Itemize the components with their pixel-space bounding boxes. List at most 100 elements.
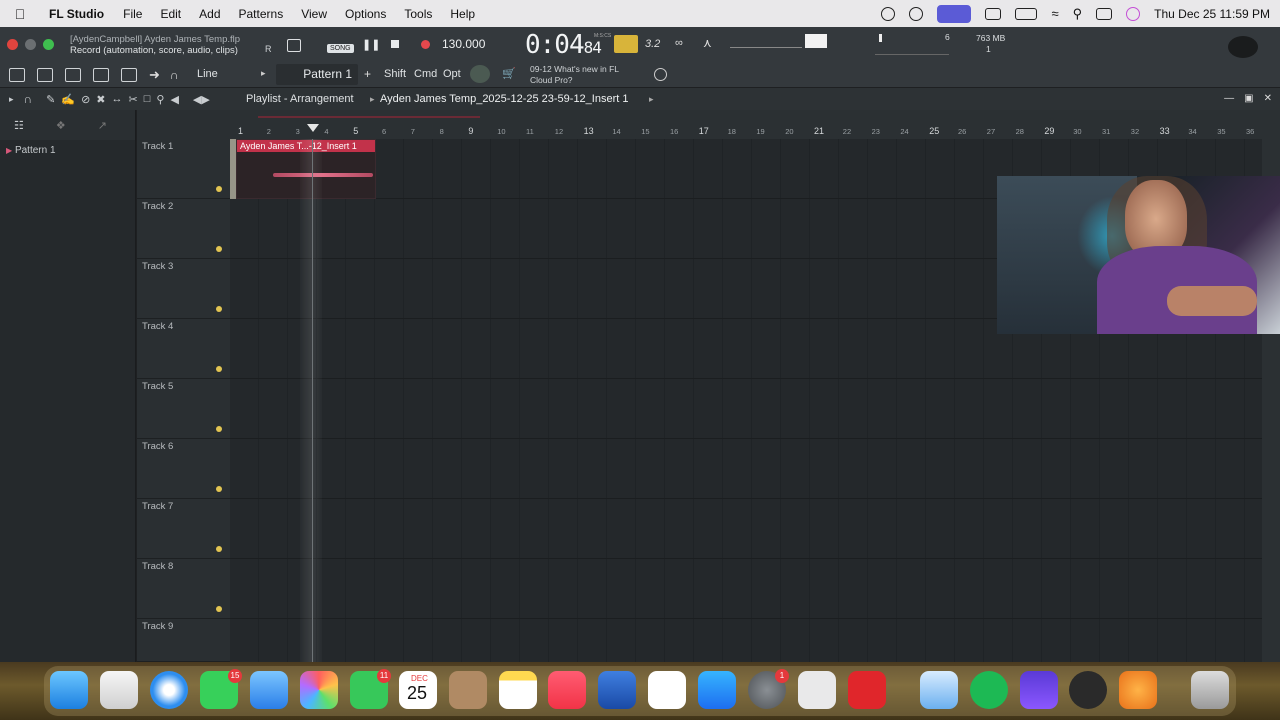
- zoom-window-button[interactable]: [43, 39, 54, 50]
- song-mode-badge[interactable]: SONG: [327, 44, 354, 53]
- safari-icon[interactable]: [150, 671, 188, 709]
- ruler-bar-number[interactable]: 19: [756, 127, 764, 136]
- paint-brush-icon[interactable]: ✍: [61, 93, 75, 106]
- breadcrumb-arrow-end-icon[interactable]: ▸: [649, 94, 654, 105]
- menu-options[interactable]: Options: [336, 7, 395, 21]
- time-display[interactable]: 0:0484: [525, 30, 602, 60]
- track-name[interactable]: Track 9: [142, 621, 173, 632]
- ruler-bar-number[interactable]: 13: [584, 126, 594, 136]
- iphone-mirroring-icon[interactable]: [798, 671, 836, 709]
- ruler-bar-number[interactable]: 17: [699, 126, 709, 136]
- menu-view[interactable]: View: [292, 7, 336, 21]
- ruler-bar-number[interactable]: 10: [497, 127, 505, 136]
- ruler-bar-number[interactable]: 24: [900, 127, 908, 136]
- menu-add[interactable]: Add: [190, 7, 229, 21]
- track-name[interactable]: Track 3: [142, 261, 173, 272]
- minimize-window-button[interactable]: [25, 39, 36, 50]
- ruler-bar-number[interactable]: 31: [1102, 127, 1110, 136]
- track-row[interactable]: Track 1: [137, 139, 230, 199]
- loop-icon[interactable]: ∞: [675, 37, 683, 49]
- music-icon[interactable]: [548, 671, 586, 709]
- preview-files-icon[interactable]: [920, 671, 958, 709]
- track-mute-led[interactable]: [216, 186, 222, 192]
- magnet-icon[interactable]: ∩: [170, 68, 179, 82]
- trash-icon[interactable]: [1191, 671, 1229, 709]
- pattern-song-toggle-icon[interactable]: [614, 35, 638, 53]
- preview-icon[interactable]: [598, 671, 636, 709]
- fl-fruit-logo-icon[interactable]: [1228, 36, 1258, 58]
- globe-icon[interactable]: [654, 68, 667, 81]
- contacts-icon[interactable]: [449, 671, 487, 709]
- finder-icon[interactable]: [50, 671, 88, 709]
- track-name[interactable]: Track 1: [142, 141, 173, 152]
- track-row[interactable]: Track 6: [137, 439, 230, 499]
- pattern-list-item[interactable]: ▶ Pattern 1: [0, 140, 135, 156]
- ruler-bar-number[interactable]: 22: [843, 127, 851, 136]
- calendar-icon[interactable]: DEC 25: [399, 671, 437, 709]
- slip-tool-icon[interactable]: ↔: [112, 93, 123, 105]
- shift-key-button[interactable]: Shift: [384, 68, 406, 80]
- spotify-icon[interactable]: [970, 671, 1008, 709]
- notes-icon[interactable]: [499, 671, 537, 709]
- playhead-marker-icon[interactable]: [307, 124, 319, 132]
- ruler-bar-number[interactable]: 33: [1160, 126, 1170, 136]
- app-store-icon[interactable]: [698, 671, 736, 709]
- select-tool-icon[interactable]: □: [144, 93, 151, 105]
- track-row[interactable]: Track 9: [137, 619, 230, 662]
- menu-help[interactable]: Help: [441, 7, 484, 21]
- playlist-icon[interactable]: [37, 67, 53, 82]
- menu-edit[interactable]: Edit: [151, 7, 190, 21]
- piano-icon[interactable]: ☷: [14, 119, 24, 132]
- channel-rack-icon[interactable]: [93, 67, 109, 82]
- audio-clip-icon[interactable]: ↗: [98, 119, 107, 132]
- ruler-bar-number[interactable]: 25: [929, 126, 939, 136]
- maximize-panel-button[interactable]: ▣: [1244, 93, 1253, 104]
- ruler-bar-number[interactable]: 35: [1217, 127, 1225, 136]
- ruler-bar-number[interactable]: 27: [987, 127, 995, 136]
- waveform-peak-icon[interactable]: ⋏: [703, 36, 712, 50]
- news-panel[interactable]: 09-12 What's new in FL Cloud Pro?: [530, 64, 619, 85]
- ruler-bar-number[interactable]: 28: [1016, 127, 1024, 136]
- close-window-button[interactable]: [7, 39, 18, 50]
- search-icon[interactable]: ⚲: [1073, 6, 1083, 22]
- loop-region-bar[interactable]: [258, 116, 480, 118]
- ruler-bar-number[interactable]: 30: [1073, 127, 1081, 136]
- apple-icon[interactable]: : [0, 6, 40, 22]
- track-name[interactable]: Track 6: [142, 441, 173, 452]
- battery-icon[interactable]: [1015, 7, 1038, 20]
- ruler-bar-number[interactable]: 16: [670, 127, 678, 136]
- track-name[interactable]: Track 8: [142, 561, 173, 572]
- snap-label[interactable]: Line: [197, 68, 218, 80]
- ruler-bar-number[interactable]: 20: [785, 127, 793, 136]
- piano-roll-icon[interactable]: [65, 67, 81, 82]
- photo-booth-icon[interactable]: [848, 671, 886, 709]
- menu-app-name[interactable]: FL Studio: [40, 7, 114, 21]
- shop-cart-icon[interactable]: 🛒: [502, 67, 516, 80]
- ruler-bar-number[interactable]: 1: [238, 126, 243, 136]
- ruler-bar-number[interactable]: 7: [411, 127, 415, 136]
- track-mute-led[interactable]: [216, 486, 222, 492]
- track-mute-led[interactable]: [216, 306, 222, 312]
- ruler-bar-number[interactable]: 4: [324, 127, 328, 136]
- cmd-key-button[interactable]: Cmd: [414, 68, 437, 80]
- timeline-ruler[interactable]: 1 2 3 4 5 6 7 8 9 10 11 12 13 14 15 16 17 18 19 20 21 22 23 24 2…: [230, 110, 1262, 139]
- fl-studio-icon[interactable]: [1119, 671, 1157, 709]
- stop-icon[interactable]: [391, 40, 399, 48]
- ruler-bar-number[interactable]: 5: [353, 126, 358, 136]
- track-row[interactable]: Track 7: [137, 499, 230, 559]
- menu-tools[interactable]: Tools: [395, 7, 441, 21]
- automation-icon[interactable]: ❖: [56, 119, 66, 132]
- pencil-icon[interactable]: ✎: [46, 93, 55, 106]
- ruler-bar-number[interactable]: 32: [1131, 127, 1139, 136]
- metronome-icon[interactable]: [287, 39, 301, 52]
- ruler-bar-number[interactable]: 12: [555, 127, 563, 136]
- menu-patterns[interactable]: Patterns: [230, 7, 293, 21]
- track-mute-led[interactable]: [216, 366, 222, 372]
- track-row[interactable]: Track 4: [137, 319, 230, 379]
- add-pattern-icon[interactable]: +: [364, 67, 371, 81]
- ruler-bar-number[interactable]: 6: [382, 127, 386, 136]
- ruler-bar-number[interactable]: 36: [1246, 127, 1254, 136]
- track-name[interactable]: Track 7: [142, 501, 173, 512]
- play-triangle-icon[interactable]: ▸: [261, 68, 266, 79]
- ruler-bar-number[interactable]: 9: [468, 126, 473, 136]
